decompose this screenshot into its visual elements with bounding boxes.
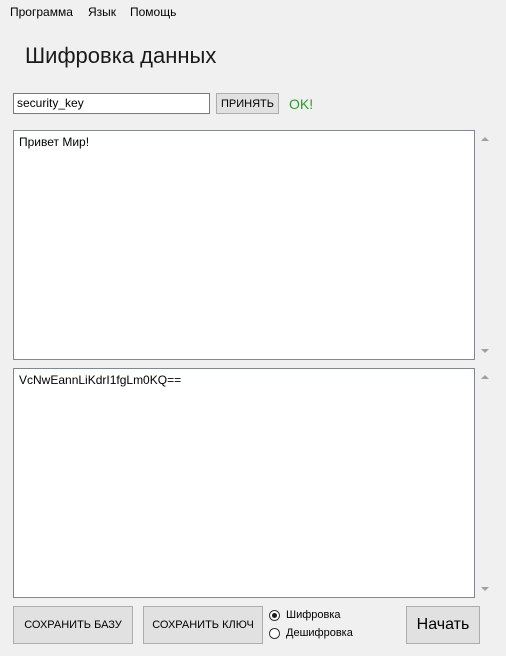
output-textarea[interactable]: VcNwEannLiKdrI1fgLm0KQ== bbox=[13, 368, 475, 598]
input-scrollbar[interactable] bbox=[478, 130, 492, 360]
menu-help[interactable]: Помощь bbox=[130, 5, 176, 19]
scroll-down-icon[interactable] bbox=[481, 349, 489, 353]
radio-checked-icon[interactable] bbox=[269, 609, 280, 621]
output-scrollbar[interactable] bbox=[478, 368, 492, 598]
menu-language[interactable]: Язык bbox=[88, 5, 116, 19]
page-title: Шифровка данных bbox=[25, 43, 217, 68]
menu-bar: Программа Язык Помощь bbox=[0, 0, 506, 24]
radio-encrypt-label: Шифровка bbox=[286, 609, 341, 622]
scroll-up-icon[interactable] bbox=[481, 375, 489, 379]
start-button[interactable]: Начать bbox=[406, 606, 480, 644]
radio-decrypt-label: Дешифровка bbox=[286, 627, 353, 640]
input-textarea[interactable]: Привет Мир! bbox=[13, 130, 475, 360]
radio-unchecked-icon[interactable] bbox=[269, 627, 280, 639]
scroll-down-icon[interactable] bbox=[481, 587, 489, 591]
key-input[interactable]: security_key bbox=[13, 93, 210, 114]
menu-program[interactable]: Программа bbox=[10, 5, 73, 19]
accept-button[interactable]: ПРИНЯТЬ bbox=[216, 93, 279, 114]
radio-decrypt[interactable]: Дешифровка bbox=[269, 627, 353, 639]
save-key-button[interactable]: СОХРАНИТЬ КЛЮЧ bbox=[143, 606, 263, 644]
key-status: OK! bbox=[289, 96, 314, 112]
scroll-up-icon[interactable] bbox=[481, 137, 489, 141]
radio-encrypt[interactable]: Шифровка bbox=[269, 609, 341, 621]
save-base-button[interactable]: СОХРАНИТЬ БАЗУ bbox=[13, 606, 133, 644]
